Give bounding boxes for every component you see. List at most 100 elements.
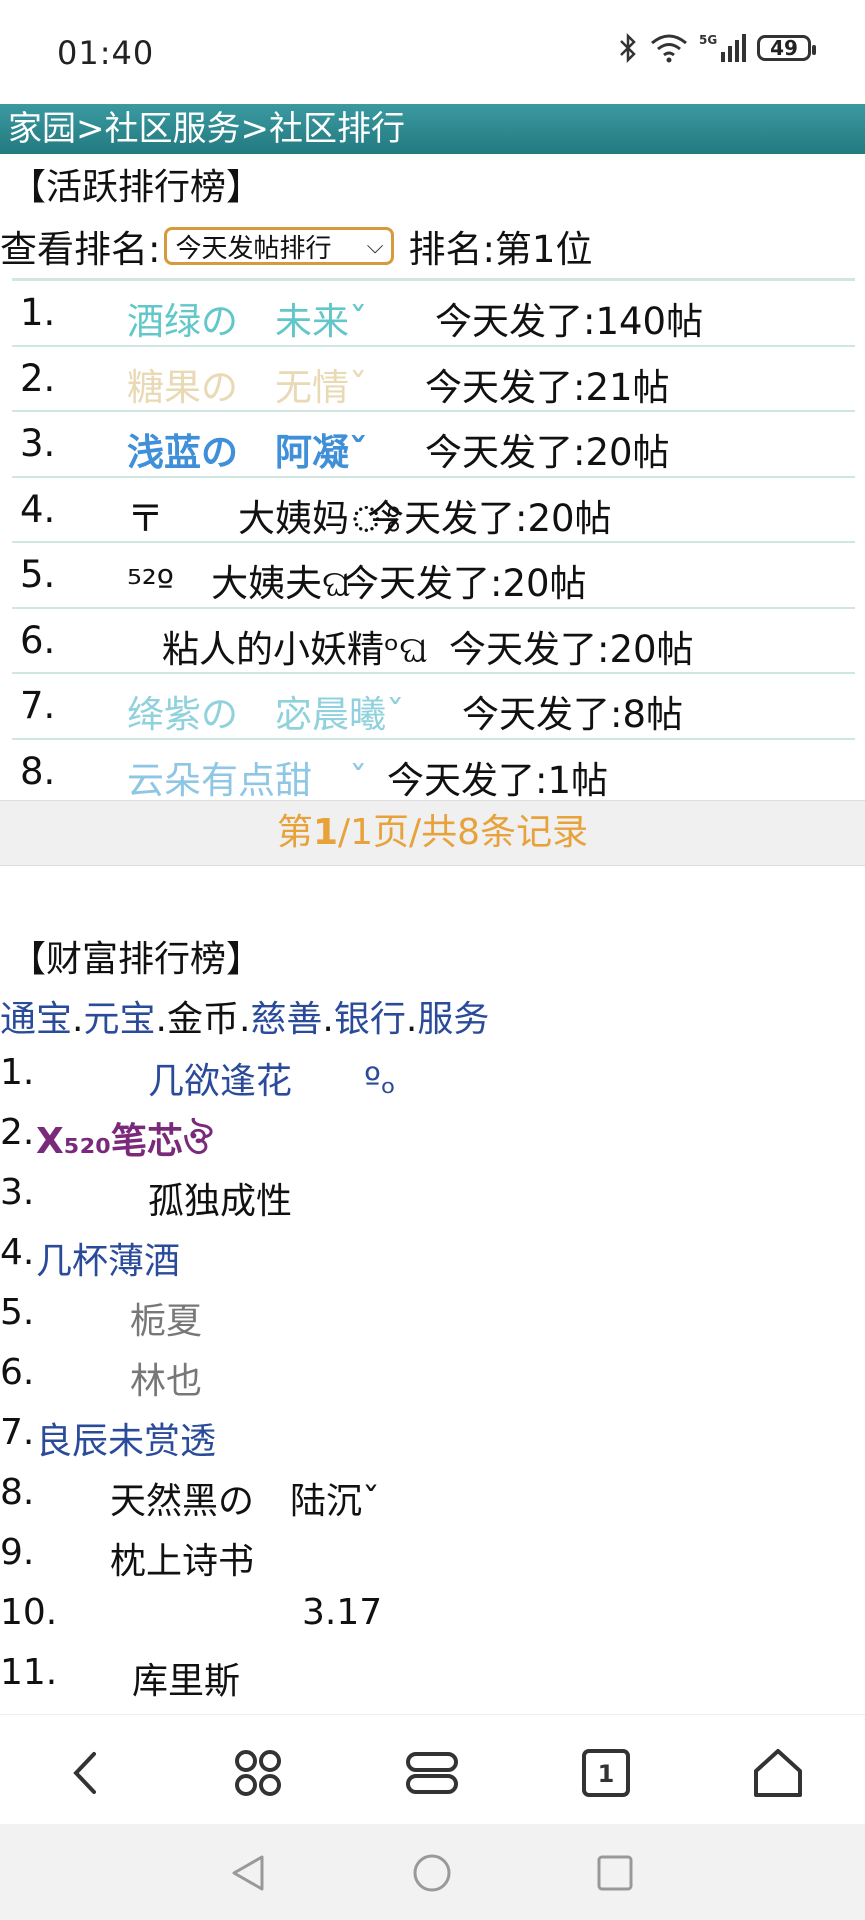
user-name-link[interactable]: 糖果の 无情ˇ: [127, 357, 368, 411]
user-name-link[interactable]: 几杯薄酒: [36, 1232, 180, 1284]
rank-type-value: 今天发帖排行: [175, 233, 332, 264]
user-name-link[interactable]: 良辰未赏透: [36, 1412, 216, 1464]
pager-current-page: 1: [312, 812, 338, 853]
status-bar: 01:40 5G 49: [0, 0, 865, 104]
active-rank-row: 5. ⁵²º 大姨夫ଘ 今天发了:20帖: [12, 543, 855, 609]
home-icon[interactable]: [748, 1743, 808, 1803]
rank-index: 10.: [0, 1592, 58, 1633]
user-name-link[interactable]: ⁵²º 大姨夫ଘ: [127, 553, 351, 607]
rank-index: 3.: [20, 422, 56, 465]
tabs-count: 1: [598, 1760, 615, 1788]
post-count: 今天发了:8帖: [462, 693, 684, 736]
wealth-rank-row: 6. 林也: [0, 1352, 865, 1402]
nav-back-icon[interactable]: [223, 1848, 273, 1898]
post-count: 今天发了:20帖: [342, 562, 587, 605]
wealth-category-link[interactable]: 元宝: [83, 999, 155, 1040]
wealth-category-link[interactable]: 服务: [417, 999, 489, 1040]
wealth-rank-row: 7. 良辰未赏透: [0, 1412, 865, 1462]
post-count: 今天发了:1帖: [387, 758, 609, 802]
user-name-link[interactable]: 林也: [130, 1352, 202, 1404]
breadcrumb[interactable]: 家园>社区服务>社区排行: [0, 104, 865, 154]
rank-index: 3.: [0, 1172, 35, 1213]
active-rank-list: 1. 酒绿の 未来ˇ 今天发了:140帖 2. 糖果の 无情ˇ 今天发了:21帖…: [12, 278, 855, 805]
rank-index: 2.: [20, 356, 56, 400]
rank-index: 8.: [0, 1472, 35, 1513]
active-board-title: 【活跃排行榜】: [10, 167, 263, 208]
user-name-link[interactable]: 栀夏: [130, 1292, 202, 1344]
chevron-down-icon: ⌵: [366, 234, 384, 259]
status-icons: 5G 49: [617, 32, 816, 64]
my-rank-text: 排名:第1位: [408, 228, 593, 271]
back-icon[interactable]: [56, 1743, 116, 1803]
wifi-icon: [651, 34, 687, 63]
rank-index: 11.: [0, 1652, 58, 1693]
wealth-rank-row: 4. 几杯薄酒: [0, 1232, 865, 1282]
rank-index: 4.: [20, 487, 56, 531]
active-rank-row: 7. 绛紫の 宓晨曦ˇ 今天发了:8帖: [12, 674, 855, 740]
wealth-rank-row: 3. 孤独成性: [0, 1172, 865, 1222]
rank-index: 2.: [0, 1112, 35, 1153]
system-nav-bar: [0, 1824, 865, 1920]
wealth-category-text: .: [238, 999, 251, 1040]
user-name-link[interactable]: X₅₂₀笔芯ঔ: [36, 1112, 213, 1174]
user-name-link[interactable]: 枕上诗书: [110, 1532, 254, 1584]
signal-icon: 5G: [699, 33, 746, 62]
wealth-rank-row: 11. 库里斯: [0, 1652, 865, 1702]
user-name-link[interactable]: 浅蓝の 阿凝ˇ: [127, 422, 368, 476]
menu-icon[interactable]: [402, 1743, 462, 1803]
active-rank-row: 2. 糖果の 无情ˇ 今天发了:21帖: [12, 347, 855, 412]
wealth-category-text: .: [155, 999, 167, 1040]
wealth-rank-row: 5. 栀夏: [0, 1292, 865, 1342]
rank-index: 7.: [0, 1412, 35, 1453]
post-count: 今天发了:140帖: [435, 300, 704, 343]
nav-recents-icon[interactable]: [590, 1848, 640, 1898]
rank-index: 6.: [20, 618, 56, 662]
user-name-link[interactable]: 库里斯: [132, 1652, 240, 1704]
wealth-rank-row: 2. X₅₂₀笔芯ঔ: [0, 1112, 865, 1162]
pagination: 第1/1页/共8条记录: [0, 800, 865, 866]
active-rank-row: 6. 粘人的小妖精ᵒଘ 今天发了:20帖: [12, 609, 855, 674]
tabs-icon[interactable]: 1: [576, 1743, 636, 1803]
wealth-category-link[interactable]: 慈善: [250, 999, 322, 1040]
wealth-board-title: 【财富排行榜】: [10, 939, 263, 980]
wealth-category-text: 金币: [166, 999, 239, 1040]
user-name-link[interactable]: 酒绿の 未来ˇ: [127, 291, 368, 345]
view-rank-label: 查看排名:: [0, 228, 161, 271]
pager-rest: /1页/共8条记录: [338, 812, 589, 853]
pager-prefix: 第: [276, 812, 313, 853]
wealth-category-links: 通宝.元宝.金币.慈善.银行.服务: [0, 990, 489, 1042]
bluetooth-icon: [620, 32, 636, 64]
rank-index: 5.: [0, 1292, 35, 1333]
user-name-link[interactable]: 孤独成性: [148, 1172, 292, 1224]
active-rank-row: 8. 云朵有点甜 ˇ 今天发了:1帖: [12, 740, 855, 805]
wealth-category-link[interactable]: 通宝: [0, 999, 72, 1040]
user-name-link[interactable]: 云朵有点甜 ˇ: [127, 750, 368, 804]
user-name-link[interactable]: 绛紫の 宓晨曦ˇ: [127, 684, 405, 738]
rank-index: 1.: [0, 1052, 35, 1093]
rank-index: 6.: [0, 1352, 35, 1393]
nav-home-icon[interactable]: [407, 1848, 457, 1898]
user-name-link[interactable]: 〒 大姨妈ঃ: [127, 488, 403, 552]
active-rank-row: 3. 浅蓝の 阿凝ˇ 今天发了:20帖: [12, 412, 855, 478]
wealth-category-text: .: [322, 999, 334, 1040]
apps-icon[interactable]: [228, 1743, 288, 1803]
user-name-link[interactable]: 几欲逢花 ºₒ: [148, 1052, 396, 1104]
svg-text:5G: 5G: [699, 33, 717, 47]
wealth-rank-row: 8. 天然黑の 陆沉ˇ: [0, 1472, 865, 1522]
rank-index: 4.: [0, 1232, 35, 1273]
user-name-link[interactable]: 3.17: [302, 1592, 382, 1633]
rank-index: 7.: [20, 684, 56, 727]
status-time: 01:40: [57, 34, 155, 72]
wealth-rank-row: 10. 3.17: [0, 1592, 865, 1642]
post-count: 今天发了:21帖: [425, 365, 670, 409]
wealth-rank-row: 9. 枕上诗书: [0, 1532, 865, 1582]
post-count: 今天发了:20帖: [449, 627, 694, 671]
wealth-category-text: .: [72, 999, 84, 1040]
battery-icon: 49: [757, 35, 816, 61]
rank-index: 9.: [0, 1532, 35, 1573]
user-name-link[interactable]: 粘人的小妖精ᵒଘ: [162, 619, 428, 673]
rank-type-select[interactable]: 今天发帖排行 ⌵: [164, 227, 395, 265]
post-count: 今天发了:20帖: [367, 496, 612, 540]
wealth-category-link[interactable]: 银行: [334, 999, 406, 1040]
user-name-link[interactable]: 天然黑の 陆沉ˇ: [110, 1472, 380, 1524]
